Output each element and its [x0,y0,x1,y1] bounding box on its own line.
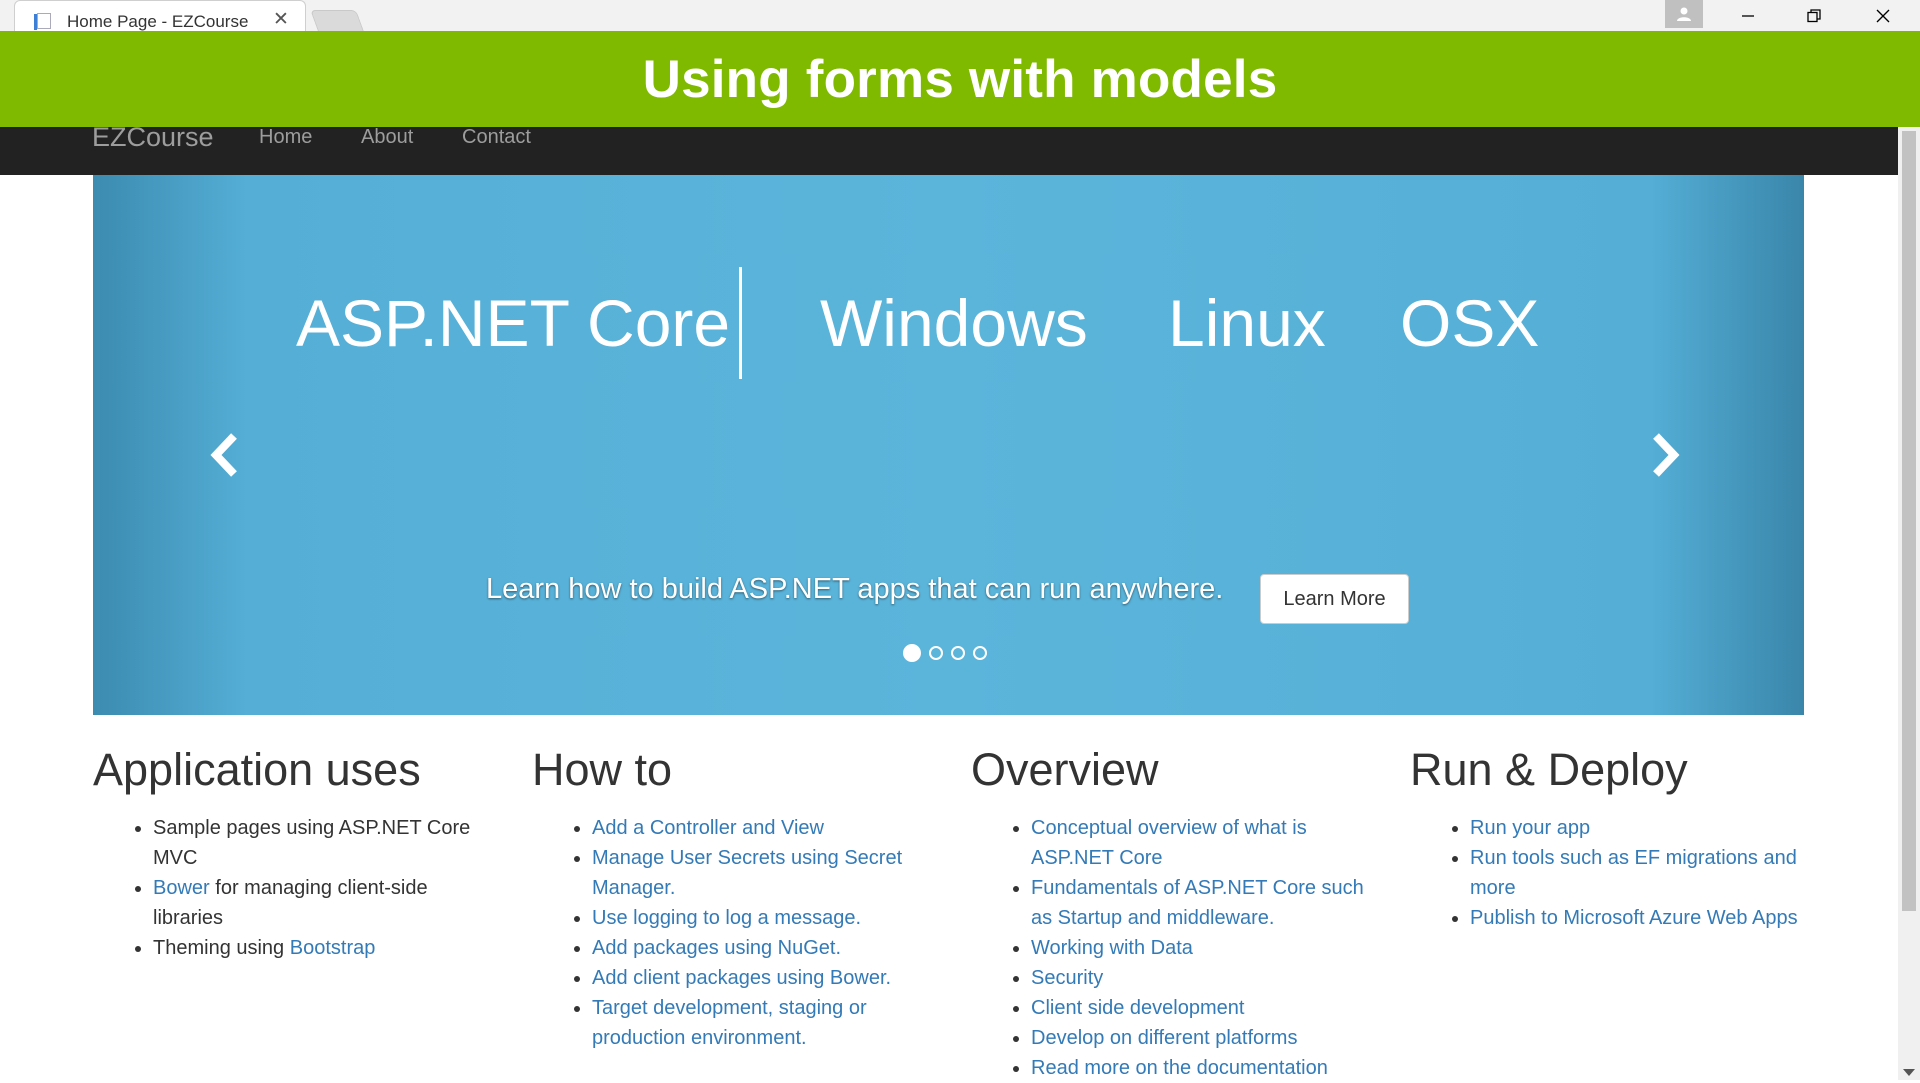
chevron-right-icon[interactable] [1648,430,1682,485]
navbar-brand[interactable]: EZCourse [92,124,214,151]
list-item: Sample pages using ASP.NET Core MVC [153,813,493,873]
list-item: Use logging to log a message. [592,903,932,933]
overview-link[interactable]: Fundamentals of ASP.NET Core such as Sta… [1031,877,1364,929]
hero-carousel: ASP.NET Core Windows Linux OSX Learn how… [93,175,1804,715]
site-navbar: EZCourse Home About Contact [0,124,1898,175]
hero-headline: ASP.NET Core [296,286,731,360]
list-item: Add packages using NuGet. [592,933,932,963]
scroll-down-arrow-icon[interactable] [1903,1069,1915,1076]
how-to-link[interactable]: Add packages using NuGet. [592,937,841,959]
section-title: How to [532,744,673,795]
list-item: Add client packages using Bower. [592,963,932,993]
browser-tab[interactable]: Home Page - EZCourse ✕ [14,0,306,31]
overview-link[interactable]: Conceptual overview of what is ASP.NET C… [1031,817,1307,869]
nav-link-home[interactable]: Home [259,127,312,147]
list-item: Theming using Bootstrap [153,933,493,963]
scrollbar-thumb[interactable] [1902,131,1916,911]
close-icon[interactable]: ✕ [273,10,289,29]
overview-link[interactable]: Develop on different platforms [1031,1027,1297,1049]
nav-link-contact[interactable]: Contact [462,127,531,147]
carousel-indicator[interactable] [973,646,987,660]
section-title: Application uses [93,744,421,795]
list-item: Read more on the documentation [1031,1053,1371,1083]
list-item: Bower for managing client-side libraries [153,873,493,933]
bower-link[interactable]: Bower [153,877,210,899]
list-item: Target development, staging or productio… [592,993,932,1053]
list-item: Publish to Microsoft Azure Web Apps [1470,903,1810,933]
tab-title: Home Page - EZCourse [67,12,249,31]
run-deploy-list: Run your app Run tools such as EF migrat… [1410,813,1810,933]
section-how-to: How to Add a Controller and View Manage … [532,740,932,1053]
banner-title: Using forms with models [642,49,1278,109]
list-item: Add a Controller and View [592,813,932,843]
run-deploy-link[interactable]: Publish to Microsoft Azure Web Apps [1470,907,1798,929]
overview-link[interactable]: Working with Data [1031,937,1193,959]
chevron-left-icon[interactable] [208,430,242,485]
carousel-indicator[interactable] [951,646,965,660]
list-item: Manage User Secrets using Secret Manager… [592,843,932,903]
overview-list: Conceptual overview of what is ASP.NET C… [971,813,1371,1083]
page-scrollbar[interactable] [1898,127,1920,1080]
run-deploy-link[interactable]: Run tools such as EF migrations and more [1470,847,1797,899]
list-item: Working with Data [1031,933,1371,963]
hero-platform-linux: Linux [1168,286,1326,360]
nav-link-about[interactable]: About [361,127,413,147]
minimize-icon[interactable] [1718,0,1778,31]
list-item: Fundamentals of ASP.NET Core such as Sta… [1031,873,1371,933]
how-to-link[interactable]: Add client packages using Bower. [592,967,891,989]
hero-platform-osx: OSX [1400,286,1540,360]
list-item: Client side development [1031,993,1371,1023]
how-to-link[interactable]: Target development, staging or productio… [592,997,867,1049]
overview-link[interactable]: Security [1031,967,1103,989]
restore-icon[interactable] [1784,0,1844,31]
browser-chrome: Home Page - EZCourse ✕ [0,0,1920,31]
bootstrap-link[interactable]: Bootstrap [290,937,376,959]
how-to-link[interactable]: Use logging to log a message. [592,907,861,929]
carousel-indicator[interactable] [903,644,921,662]
video-title-banner: Using forms with models [0,31,1920,127]
carousel-caption: Learn how to build ASP.NET apps that can… [486,573,1224,605]
section-overview: Overview Conceptual overview of what is … [971,740,1371,1083]
run-deploy-link[interactable]: Run your app [1470,817,1590,839]
new-tab-button[interactable] [310,10,364,31]
application-uses-list: Sample pages using ASP.NET Core MVC Bowe… [93,813,493,963]
how-to-link[interactable]: Manage User Secrets using Secret Manager… [592,847,902,899]
section-title: Run & Deploy [1410,744,1688,795]
how-to-link[interactable]: Add a Controller and View [592,817,824,839]
window-close-icon[interactable] [1853,0,1913,31]
carousel-indicator[interactable] [929,646,943,660]
hero-platform-windows: Windows [820,286,1088,360]
list-item: Conceptual overview of what is ASP.NET C… [1031,813,1371,873]
section-title: Overview [971,744,1159,795]
carousel-indicators [903,644,987,662]
page-icon [34,13,51,30]
hero-divider [739,267,742,379]
section-run-deploy: Run & Deploy Run your app Run tools such… [1410,740,1810,933]
section-application-uses: Application uses Sample pages using ASP.… [93,740,493,963]
learn-more-button[interactable]: Learn More [1260,574,1409,624]
list-item: Run your app [1470,813,1810,843]
overview-link[interactable]: Client side development [1031,997,1244,1019]
list-item: Run tools such as EF migrations and more [1470,843,1810,903]
profile-icon[interactable] [1665,0,1703,28]
list-item: Security [1031,963,1371,993]
list-item: Develop on different platforms [1031,1023,1371,1053]
overview-link[interactable]: Read more on the documentation [1031,1057,1328,1079]
how-to-list: Add a Controller and View Manage User Se… [532,813,932,1053]
